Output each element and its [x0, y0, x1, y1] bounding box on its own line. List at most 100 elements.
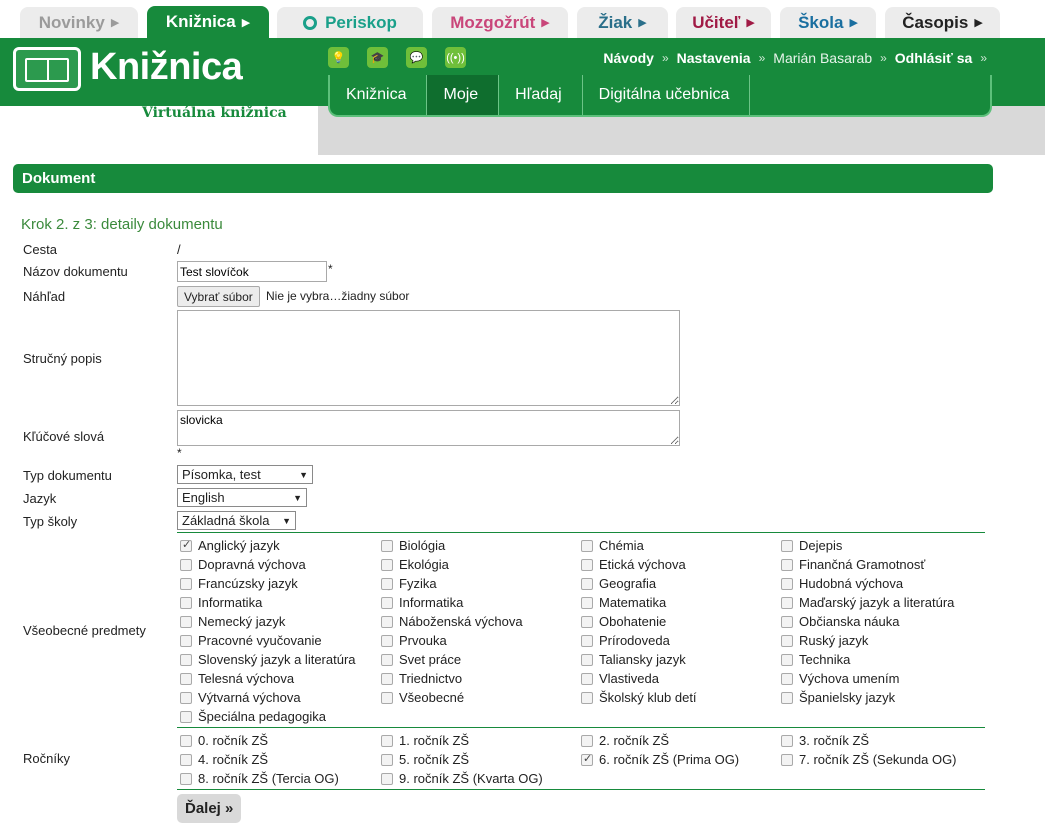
chat-icon[interactable]: 💬: [406, 47, 427, 68]
grade-checkbox-item[interactable]: 3. ročník ZŠ: [781, 733, 869, 748]
broadcast-icon[interactable]: ((•)): [445, 47, 466, 68]
grade-checkbox-item[interactable]: 0. ročník ZŠ: [180, 733, 268, 748]
checkbox-unchecked[interactable]: [581, 539, 593, 552]
choose-file-button[interactable]: Vybrať súbor: [177, 286, 260, 307]
checkbox-unchecked[interactable]: [781, 577, 793, 590]
checkbox-unchecked[interactable]: [381, 672, 393, 685]
subject-checkbox-item[interactable]: Výtvarná výchova: [180, 690, 301, 705]
subject-checkbox-item[interactable]: Francúzsky jazyk: [180, 576, 298, 591]
checkbox-unchecked[interactable]: [180, 753, 192, 766]
subject-checkbox-item[interactable]: Anglický jazyk: [180, 538, 280, 553]
checkbox-unchecked[interactable]: [180, 691, 192, 704]
checkbox-unchecked[interactable]: [581, 634, 593, 647]
keywords-textarea[interactable]: slovicka: [177, 410, 680, 446]
checkbox-unchecked[interactable]: [180, 672, 192, 685]
checkbox-unchecked[interactable]: [180, 710, 192, 723]
subject-checkbox-item[interactable]: Náboženská výchova: [381, 614, 523, 629]
next-button[interactable]: Ďalej »: [177, 794, 242, 823]
subject-checkbox-item[interactable]: Špeciálna pedagogika: [180, 709, 326, 724]
subject-checkbox-item[interactable]: Etická výchova: [581, 557, 686, 572]
subject-checkbox-item[interactable]: Fyzika: [381, 576, 437, 591]
subject-checkbox-item[interactable]: Chémia: [581, 538, 644, 553]
tab-ziak[interactable]: Žiak ▶: [577, 7, 668, 38]
tab-mozgozrut[interactable]: Mozgožrút ▶: [432, 7, 568, 38]
subnav-kniznica[interactable]: Knižnica: [330, 75, 428, 115]
checkbox-checked[interactable]: [581, 752, 593, 766]
checkbox-unchecked[interactable]: [180, 558, 192, 571]
language-select[interactable]: English ▼: [177, 488, 307, 507]
checkbox-unchecked[interactable]: [581, 734, 593, 747]
subject-checkbox-item[interactable]: Nemecký jazyk: [180, 614, 285, 629]
subject-checkbox-item[interactable]: Hudobná výchova: [781, 576, 903, 591]
subject-checkbox-item[interactable]: Technika: [781, 652, 850, 667]
checkbox-unchecked[interactable]: [180, 577, 192, 590]
subject-checkbox-item[interactable]: Svet práce: [381, 652, 461, 667]
checkbox-unchecked[interactable]: [581, 691, 593, 704]
checkbox-unchecked[interactable]: [180, 734, 192, 747]
subject-checkbox-item[interactable]: Geografia: [581, 576, 656, 591]
grade-checkbox-item[interactable]: 8. ročník ZŠ (Tercia OG): [180, 771, 339, 786]
tab-skola[interactable]: Škola ▶: [780, 7, 876, 38]
checkbox-unchecked[interactable]: [781, 596, 793, 609]
subject-checkbox-item[interactable]: Obohatenie: [581, 614, 666, 629]
subject-checkbox-item[interactable]: Prvouka: [381, 633, 447, 648]
tab-kniznica[interactable]: Knižnica ▶: [147, 6, 269, 38]
description-textarea[interactable]: [177, 310, 680, 406]
subject-checkbox-item[interactable]: Maďarský jazyk a literatúra: [781, 595, 954, 610]
checkbox-unchecked[interactable]: [781, 672, 793, 685]
subject-checkbox-item[interactable]: Dopravná výchova: [180, 557, 306, 572]
checkbox-unchecked[interactable]: [180, 772, 192, 785]
grade-checkbox-item[interactable]: 5. ročník ZŠ: [381, 752, 469, 767]
grade-checkbox-item[interactable]: 4. ročník ZŠ: [180, 752, 268, 767]
subject-checkbox-item[interactable]: Vlastiveda: [581, 671, 659, 686]
subject-checkbox-item[interactable]: Triednictvo: [381, 671, 462, 686]
checkbox-unchecked[interactable]: [581, 577, 593, 590]
checkbox-checked[interactable]: [180, 538, 192, 552]
checkbox-unchecked[interactable]: [781, 634, 793, 647]
checkbox-unchecked[interactable]: [180, 596, 192, 609]
checkbox-unchecked[interactable]: [781, 558, 793, 571]
subject-checkbox-item[interactable]: Prírodoveda: [581, 633, 670, 648]
checkbox-unchecked[interactable]: [581, 615, 593, 628]
checkbox-unchecked[interactable]: [381, 558, 393, 571]
subject-checkbox-item[interactable]: Pracovné vyučovanie: [180, 633, 322, 648]
checkbox-unchecked[interactable]: [381, 753, 393, 766]
link-navody[interactable]: Návody: [603, 50, 654, 66]
checkbox-unchecked[interactable]: [781, 753, 793, 766]
checkbox-unchecked[interactable]: [381, 577, 393, 590]
logout-link[interactable]: Odhlásiť sa: [895, 50, 973, 66]
grade-checkbox-item[interactable]: 9. ročník ZŠ (Kvarta OG): [381, 771, 543, 786]
checkbox-unchecked[interactable]: [581, 653, 593, 666]
checkbox-unchecked[interactable]: [381, 691, 393, 704]
subject-checkbox-item[interactable]: Informatika: [381, 595, 463, 610]
subject-checkbox-item[interactable]: Taliansky jazyk: [581, 652, 686, 667]
subject-checkbox-item[interactable]: Dejepis: [781, 538, 842, 553]
subject-checkbox-item[interactable]: Školský klub detí: [581, 690, 697, 705]
checkbox-unchecked[interactable]: [180, 615, 192, 628]
checkbox-unchecked[interactable]: [381, 634, 393, 647]
subject-checkbox-item[interactable]: Španielsky jazyk: [781, 690, 895, 705]
checkbox-unchecked[interactable]: [180, 653, 192, 666]
checkbox-unchecked[interactable]: [781, 653, 793, 666]
checkbox-unchecked[interactable]: [781, 615, 793, 628]
checkbox-unchecked[interactable]: [381, 615, 393, 628]
tab-ucitel[interactable]: Učiteľ ▶: [676, 7, 771, 38]
user-name[interactable]: Marián Basarab: [773, 50, 872, 66]
tab-periskop[interactable]: Periskop: [277, 7, 423, 38]
checkbox-unchecked[interactable]: [381, 653, 393, 666]
subject-checkbox-item[interactable]: Výchova umením: [781, 671, 899, 686]
checkbox-unchecked[interactable]: [581, 558, 593, 571]
grade-checkbox-item[interactable]: 1. ročník ZŠ: [381, 733, 469, 748]
document-name-input[interactable]: [177, 261, 327, 282]
grade-checkbox-item[interactable]: 2. ročník ZŠ: [581, 733, 669, 748]
subject-checkbox-item[interactable]: Slovenský jazyk a literatúra: [180, 652, 356, 667]
subject-checkbox-item[interactable]: Matematika: [581, 595, 666, 610]
checkbox-unchecked[interactable]: [381, 772, 393, 785]
checkbox-unchecked[interactable]: [781, 691, 793, 704]
graduation-cap-icon[interactable]: 🎓: [367, 47, 388, 68]
subject-checkbox-item[interactable]: Ekológia: [381, 557, 449, 572]
checkbox-unchecked[interactable]: [381, 539, 393, 552]
checkbox-unchecked[interactable]: [581, 596, 593, 609]
grade-checkbox-item[interactable]: 6. ročník ZŠ (Prima OG): [581, 752, 739, 767]
subject-checkbox-item[interactable]: Telesná výchova: [180, 671, 294, 686]
